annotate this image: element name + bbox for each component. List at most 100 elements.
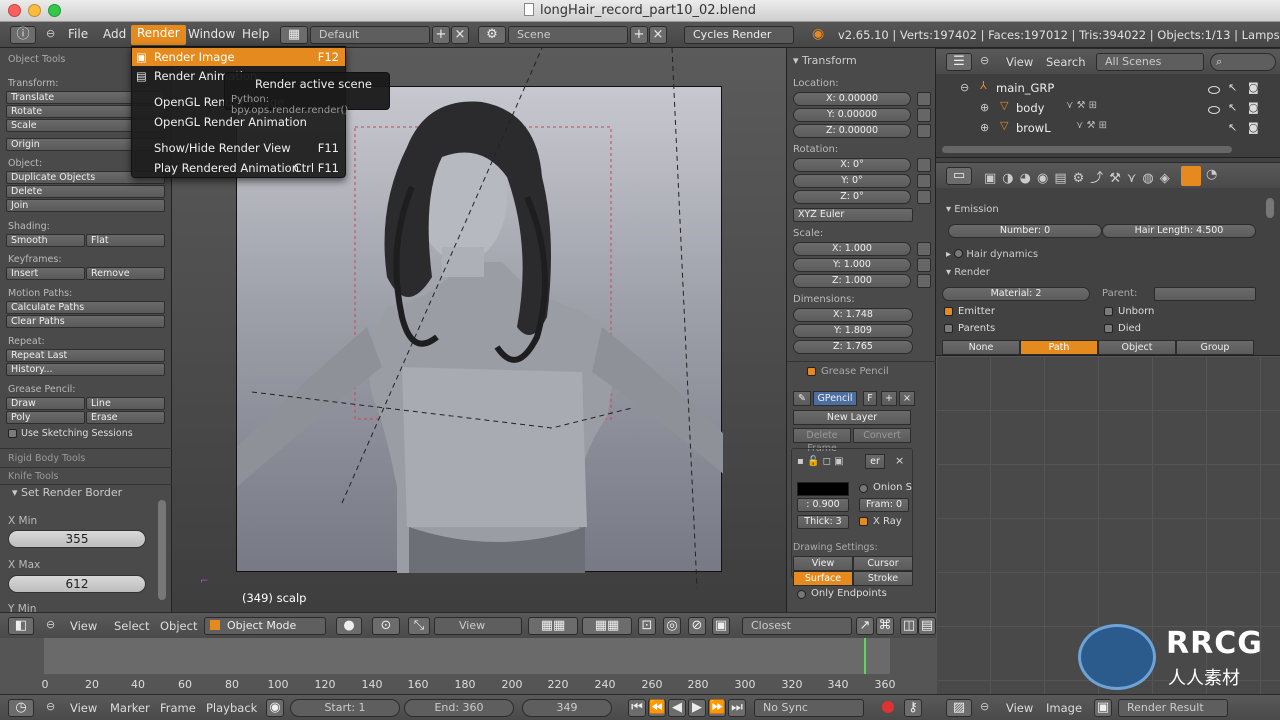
editor-type-image-icon[interactable]: ▨	[946, 699, 972, 717]
keying-set-icon[interactable]: ⚷	[904, 699, 922, 717]
cursor-select-icon[interactable]: ↖	[1228, 101, 1237, 114]
opacity-field[interactable]: : 0.900	[797, 498, 849, 512]
timeline[interactable]: 0 20 40 60 80 100 120 140 160 180 200 22…	[0, 638, 936, 694]
camera-render-icon[interactable]: ◙	[1248, 121, 1259, 134]
draw-stroke-button[interactable]: Stroke	[853, 571, 913, 586]
lock-rotation-y-icon[interactable]	[917, 174, 931, 188]
preview-range-icon[interactable]: ◉	[266, 699, 284, 717]
manipulator-icon[interactable]: ⤡	[408, 617, 430, 635]
location-x-field[interactable]: X: 0.00000	[793, 92, 911, 106]
outliner-scrollbar[interactable]	[942, 146, 1232, 153]
snap-toggle-icon[interactable]: ⊘	[688, 617, 706, 635]
lock-rotation-z-icon[interactable]	[917, 190, 931, 204]
remove-layout-button[interactable]: ×	[451, 26, 469, 44]
rigid-body-tools-panel[interactable]: Rigid Body Tools	[8, 453, 85, 464]
lock-location-y-icon[interactable]	[917, 108, 931, 122]
cursor-select-icon[interactable]: ↖	[1228, 121, 1237, 134]
emitter-checkbox[interactable]	[944, 307, 953, 316]
draw-cursor-button[interactable]: Cursor	[853, 556, 913, 571]
render-panel-header[interactable]: ▾ Render	[946, 267, 990, 278]
zoom-window-button[interactable]	[48, 4, 61, 17]
dimension-y-field[interactable]: Y: 1.809	[793, 324, 913, 338]
scene-icon[interactable]: ⚙	[478, 26, 506, 44]
draw-button[interactable]: Draw	[6, 397, 85, 410]
particles-tab-icon[interactable]	[1181, 166, 1201, 186]
camera-render-icon[interactable]: ◙	[1248, 101, 1259, 114]
sketching-sessions-checkbox[interactable]	[8, 429, 17, 438]
timeline-menu-playback[interactable]: Playback	[206, 701, 257, 715]
toolshelf-scrollbar[interactable]	[158, 500, 166, 600]
next-keyframe-icon[interactable]: ⏩	[708, 699, 726, 717]
frame-field[interactable]: Fram: 0	[859, 498, 909, 512]
menu-item-show-hide-render-view[interactable]: Show/Hide Render View F11	[132, 139, 345, 157]
parents-checkbox[interactable]	[944, 324, 953, 333]
add-gpencil-button[interactable]: +	[881, 391, 897, 406]
snap-element-icon[interactable]: ▣	[712, 617, 730, 635]
timeline-menu-frame[interactable]: Frame	[160, 701, 196, 715]
hair-length-field[interactable]: Hair Length: 4.500	[1102, 224, 1256, 238]
remove-scene-button[interactable]: ×	[649, 26, 667, 44]
gpencil-datablock[interactable]: GPencil	[813, 391, 857, 406]
eye-icon[interactable]	[1208, 106, 1220, 114]
collapse-menu-icon[interactable]: ⊖	[46, 27, 55, 40]
expand-icon[interactable]: ⊕	[980, 121, 989, 134]
menu-window[interactable]: Window	[188, 27, 235, 41]
play-icon[interactable]: ▶	[688, 699, 706, 717]
lock-scale-z-icon[interactable]	[917, 274, 931, 288]
render-as-object[interactable]: Object	[1098, 340, 1176, 355]
render-as-path[interactable]: Path	[1020, 340, 1098, 355]
image-menu-view[interactable]: View	[1006, 701, 1033, 715]
proportional-edit-icon[interactable]: ◎	[663, 617, 681, 635]
prev-keyframe-icon[interactable]: ⏪	[648, 699, 666, 717]
draw-surface-button[interactable]: Surface	[793, 571, 853, 586]
start-frame-field[interactable]: Start: 1	[290, 699, 400, 717]
opengl-anim-icon[interactable]: ▤	[918, 617, 936, 635]
menu-item-play-rendered-animation[interactable]: Play Rendered Animation Ctrl F11	[132, 159, 345, 177]
editor-type-properties-icon[interactable]: ▭	[946, 167, 972, 185]
remove-keyframe-button[interactable]: Remove	[86, 267, 165, 280]
add-layout-button[interactable]: +	[432, 26, 450, 44]
location-y-field[interactable]: Y: 0.00000	[793, 108, 911, 122]
emission-panel-header[interactable]: ▾ Emission	[946, 204, 999, 215]
repeat-last-button[interactable]: Repeat Last	[6, 349, 165, 362]
timeline-menu-view[interactable]: View	[70, 701, 97, 715]
menu-help[interactable]: Help	[242, 27, 269, 41]
unborn-checkbox[interactable]	[1104, 307, 1113, 316]
sync-mode-select[interactable]: No Sync	[754, 699, 864, 717]
outliner-menu-view[interactable]: View	[1006, 55, 1033, 69]
particle-number-field[interactable]: Number: 0	[948, 224, 1102, 238]
flat-button[interactable]: Flat	[86, 234, 165, 247]
dimension-x-field[interactable]: X: 1.748	[793, 308, 913, 322]
layer-color-swatch[interactable]	[797, 482, 849, 496]
lock-location-z-icon[interactable]	[917, 124, 931, 138]
screen-layout-icon[interactable]: ▦	[280, 26, 308, 44]
lock-location-x-icon[interactable]	[917, 92, 931, 106]
render-engine-select[interactable]: Cycles Render	[684, 26, 794, 44]
lock-layers-icon[interactable]: ⊡	[638, 617, 656, 635]
screen-layout-field[interactable]: Default	[310, 26, 430, 44]
poly-button[interactable]: Poly	[6, 411, 85, 424]
editor-type-timeline-icon[interactable]: ◷	[8, 699, 34, 717]
snap-project-icon[interactable]: ⌘	[876, 617, 894, 635]
layer-name-field[interactable]: er	[865, 454, 885, 469]
scale-z-field[interactable]: Z: 1.000	[793, 274, 911, 288]
image-datablock-field[interactable]: Render Result	[1118, 699, 1228, 717]
remove-gpencil-button[interactable]: ×	[899, 391, 915, 406]
expand-icon[interactable]: ⊕	[980, 101, 989, 114]
collapse-menu-icon[interactable]: ⊖	[46, 618, 55, 631]
convert-button[interactable]: Convert	[853, 428, 911, 443]
add-scene-button[interactable]: +	[630, 26, 648, 44]
editor-type-outliner-icon[interactable]: ☰	[946, 53, 972, 71]
minimize-window-button[interactable]	[28, 4, 41, 17]
dimension-z-field[interactable]: Z: 1.765	[793, 340, 913, 354]
grease-pencil-enable-checkbox[interactable]	[807, 367, 816, 376]
lock-scale-x-icon[interactable]	[917, 242, 931, 256]
died-checkbox[interactable]	[1104, 324, 1113, 333]
transform-orientation-select[interactable]: View	[434, 617, 522, 635]
snap-target-select[interactable]: Closest	[742, 617, 852, 635]
jump-start-icon[interactable]: ⏮	[628, 699, 646, 717]
editor-type-3d-icon[interactable]: ◧	[8, 617, 34, 635]
render-as-none[interactable]: None	[942, 340, 1020, 355]
delete-button[interactable]: Delete	[6, 185, 165, 198]
lock-scale-y-icon[interactable]	[917, 258, 931, 272]
